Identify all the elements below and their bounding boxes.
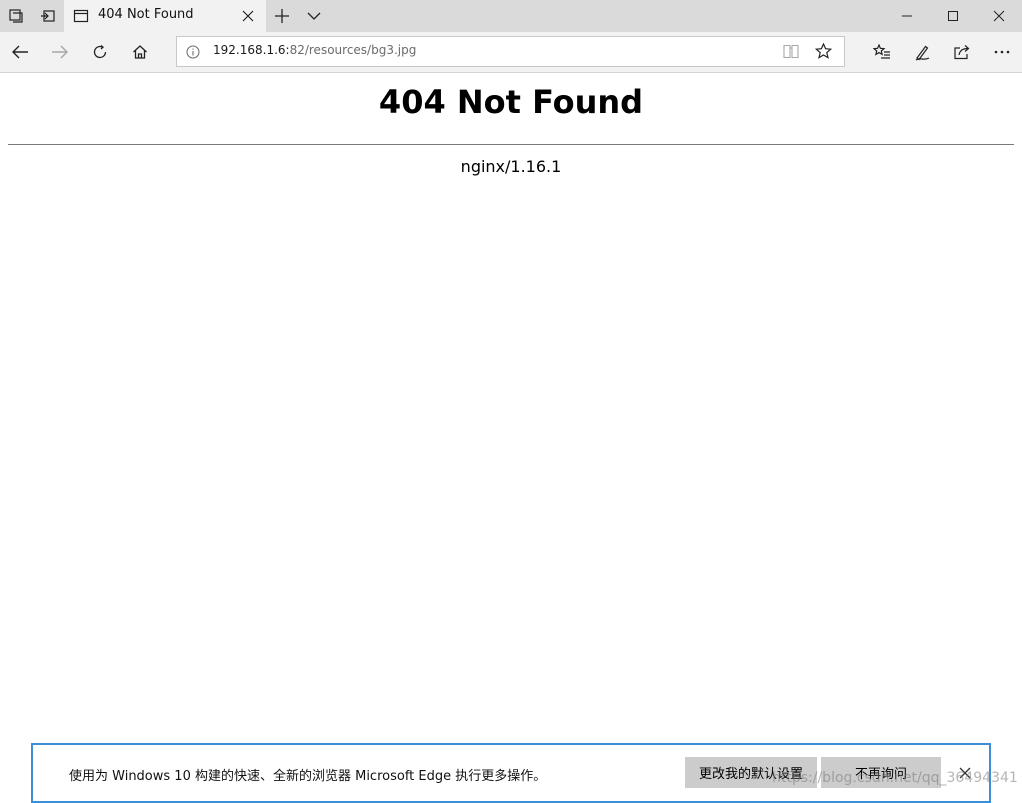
tabs-aside-button[interactable]	[32, 0, 64, 32]
share-button[interactable]	[942, 32, 982, 72]
page-title: 404 Not Found	[378, 83, 644, 121]
forward-arrow-icon	[51, 44, 69, 60]
back-button[interactable]	[0, 32, 40, 72]
tab-preview-button[interactable]	[0, 0, 32, 32]
notification-message: 使用为 Windows 10 构建的快速、全新的浏览器 Microsoft Ed…	[69, 769, 547, 784]
tab-list-button[interactable]	[298, 0, 330, 32]
divider	[8, 144, 1014, 145]
url-text[interactable]: 192.168.1.6:82/resources/bg3.jpg	[213, 43, 416, 57]
address-bar[interactable]: 192.168.1.6:82/resources/bg3.jpg	[176, 36, 845, 67]
page-content: 404 Not Found nginx/1.16.1	[0, 73, 1022, 799]
watermark: https://blog.csdn.net/qq_36494341	[772, 770, 1018, 786]
close-icon	[993, 10, 1005, 22]
server-signature: nginx/1.16.1	[460, 157, 562, 176]
url-host: 192.168.1.6:	[213, 43, 290, 57]
web-note-button[interactable]	[902, 32, 942, 72]
share-icon	[953, 44, 971, 60]
plus-icon	[275, 9, 289, 23]
reading-view-icon[interactable]	[783, 44, 799, 59]
maximize-button[interactable]	[930, 0, 976, 32]
tabs-aside-icon	[40, 8, 56, 24]
favorites-list-icon	[873, 44, 891, 60]
browser-tab[interactable]: 404 Not Found	[64, 0, 266, 32]
new-tab-button[interactable]	[266, 0, 298, 32]
tab-title: 404 Not Found	[98, 7, 194, 22]
maximize-icon	[947, 10, 959, 22]
info-icon[interactable]	[186, 45, 200, 59]
minimize-icon	[901, 10, 913, 22]
favorites-button[interactable]	[862, 32, 902, 72]
chevron-down-icon	[307, 11, 321, 21]
more-icon	[994, 50, 1010, 54]
page-icon	[73, 8, 89, 24]
minimize-button[interactable]	[884, 0, 930, 32]
refresh-button[interactable]	[80, 32, 120, 72]
title-bar: 404 Not Found	[0, 0, 1022, 32]
back-arrow-icon	[11, 44, 29, 60]
close-icon[interactable]	[240, 8, 256, 24]
star-icon[interactable]	[815, 43, 832, 59]
more-button[interactable]	[982, 32, 1022, 72]
forward-button[interactable]	[40, 32, 80, 72]
refresh-icon	[92, 44, 108, 60]
navigation-bar: 192.168.1.6:82/resources/bg3.jpg	[0, 32, 1022, 73]
home-icon	[132, 44, 148, 60]
pen-icon	[914, 44, 931, 61]
url-path: 82/resources/bg3.jpg	[289, 43, 417, 57]
window-close-button[interactable]	[976, 0, 1022, 32]
tab-preview-icon	[8, 8, 24, 24]
home-button[interactable]	[120, 32, 160, 72]
